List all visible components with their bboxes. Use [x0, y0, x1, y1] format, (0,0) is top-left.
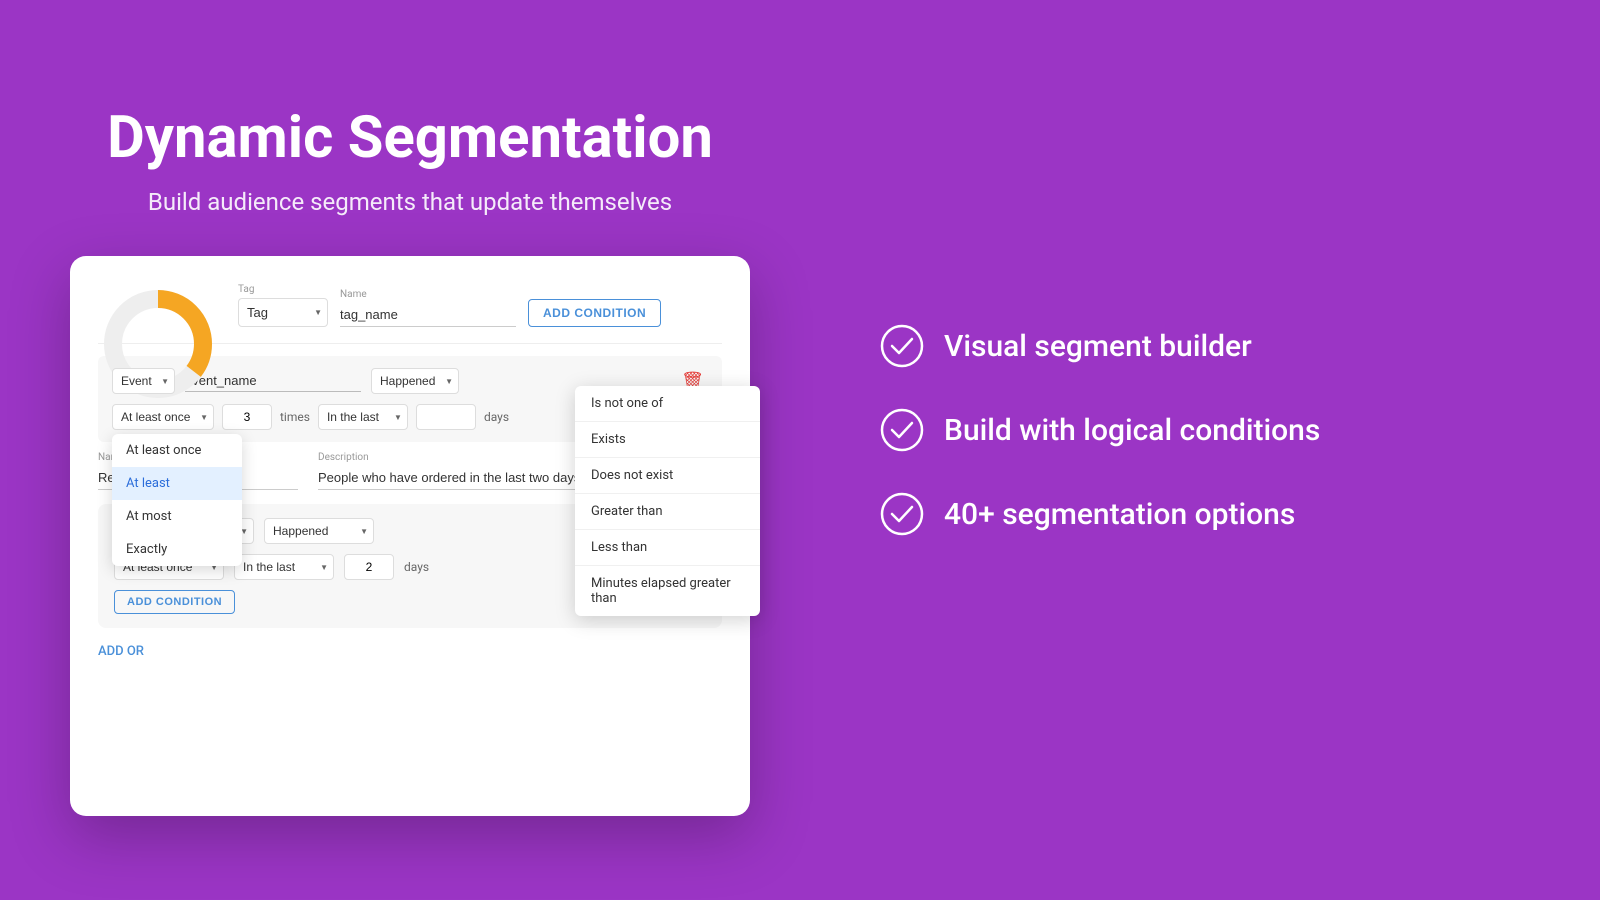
times-input[interactable]: [222, 404, 272, 430]
times-label: times: [280, 410, 310, 424]
dropdown-item-exists[interactable]: Exists: [575, 422, 760, 458]
at-least-select-wrapper[interactable]: At least once At least At most Exactly: [112, 404, 214, 430]
at-least-item[interactable]: At least: [112, 467, 242, 500]
right-panel: Visual segment builder Build with logica…: [820, 284, 1600, 616]
tag-select-wrapper[interactable]: Tag: [238, 298, 328, 327]
dropdown-item-less-than[interactable]: Less than: [575, 530, 760, 566]
tag-name-wrapper: Name: [340, 289, 516, 327]
days-input[interactable]: [416, 404, 476, 430]
happened-wrapper[interactable]: Happened: [371, 368, 459, 394]
check-circle-icon-1: [880, 408, 924, 452]
in-the-last-select[interactable]: In the last: [234, 554, 334, 580]
bottom-days-input[interactable]: [344, 554, 394, 580]
event-type-select[interactable]: Event: [112, 368, 175, 394]
tag-name-input[interactable]: [340, 303, 516, 327]
dropdown-item-does-not-exist[interactable]: Does not exist: [575, 458, 760, 494]
at-most-item[interactable]: At most: [112, 500, 242, 533]
tag-select[interactable]: Tag: [238, 298, 328, 327]
dropdown-item-minutes-elapsed[interactable]: Minutes elapsed greater than: [575, 566, 760, 616]
feature-item-1: Build with logical conditions: [880, 408, 1540, 452]
left-panel: Dynamic Segmentation Build audience segm…: [0, 84, 820, 816]
at-least-dropdown: At least once At least At most Exactly: [112, 434, 242, 566]
at-least-wrapper: At least once At least At most Exactly A…: [112, 404, 214, 430]
tag-label: Tag: [238, 284, 328, 295]
happened-select[interactable]: Happened: [371, 368, 459, 394]
feature-text-2: 40+ segmentation options: [944, 497, 1295, 532]
tag-field-group: Tag Tag Name ADD CONDITION: [238, 284, 722, 327]
feature-item-0: Visual segment builder: [880, 324, 1540, 368]
tag-field-wrapper: Tag Tag: [238, 284, 328, 327]
tag-name-label: Name: [340, 289, 516, 300]
dropdown-item-is-not-one-of[interactable]: Is not one of: [575, 386, 760, 422]
check-circle-icon-0: [880, 324, 924, 368]
in-the-select[interactable]: In the last: [318, 404, 408, 430]
add-condition-top-button[interactable]: ADD CONDITION: [528, 299, 661, 327]
check-circle-icon-2: [880, 492, 924, 536]
condition-dropdown-menu: Is not one of Exists Does not exist Grea…: [575, 386, 760, 616]
feature-item-2: 40+ segmentation options: [880, 492, 1540, 536]
hero-subtitle: Build audience segments that update them…: [148, 188, 672, 216]
dropdown-item-greater-than[interactable]: Greater than: [575, 494, 760, 530]
add-condition-bottom-button[interactable]: ADD CONDITION: [114, 590, 235, 614]
hero-title: Dynamic Segmentation: [107, 104, 713, 172]
event-type-wrapper[interactable]: Event: [112, 368, 175, 394]
at-least-select[interactable]: At least once At least At most Exactly: [112, 404, 214, 430]
days-label: days: [484, 410, 509, 424]
top-section: Tag Tag Name ADD CONDITION: [238, 284, 722, 327]
add-or-link[interactable]: ADD OR: [98, 644, 144, 659]
in-the-wrapper[interactable]: In the last: [318, 404, 408, 430]
main-card: Tag Tag Name ADD CONDITION Is not one of…: [70, 256, 750, 816]
in-the-last-wrapper[interactable]: In the last: [234, 554, 334, 580]
happened-bottom-select[interactable]: Happened: [264, 518, 374, 544]
at-least-once-item[interactable]: At least once: [112, 434, 242, 467]
bottom-days-label: days: [404, 560, 429, 574]
exactly-item[interactable]: Exactly: [112, 533, 242, 566]
add-or-section: ADD OR: [98, 640, 722, 659]
happened-bottom-wrapper[interactable]: Happened: [264, 518, 374, 544]
feature-text-0: Visual segment builder: [944, 329, 1252, 364]
feature-text-1: Build with logical conditions: [944, 413, 1320, 448]
